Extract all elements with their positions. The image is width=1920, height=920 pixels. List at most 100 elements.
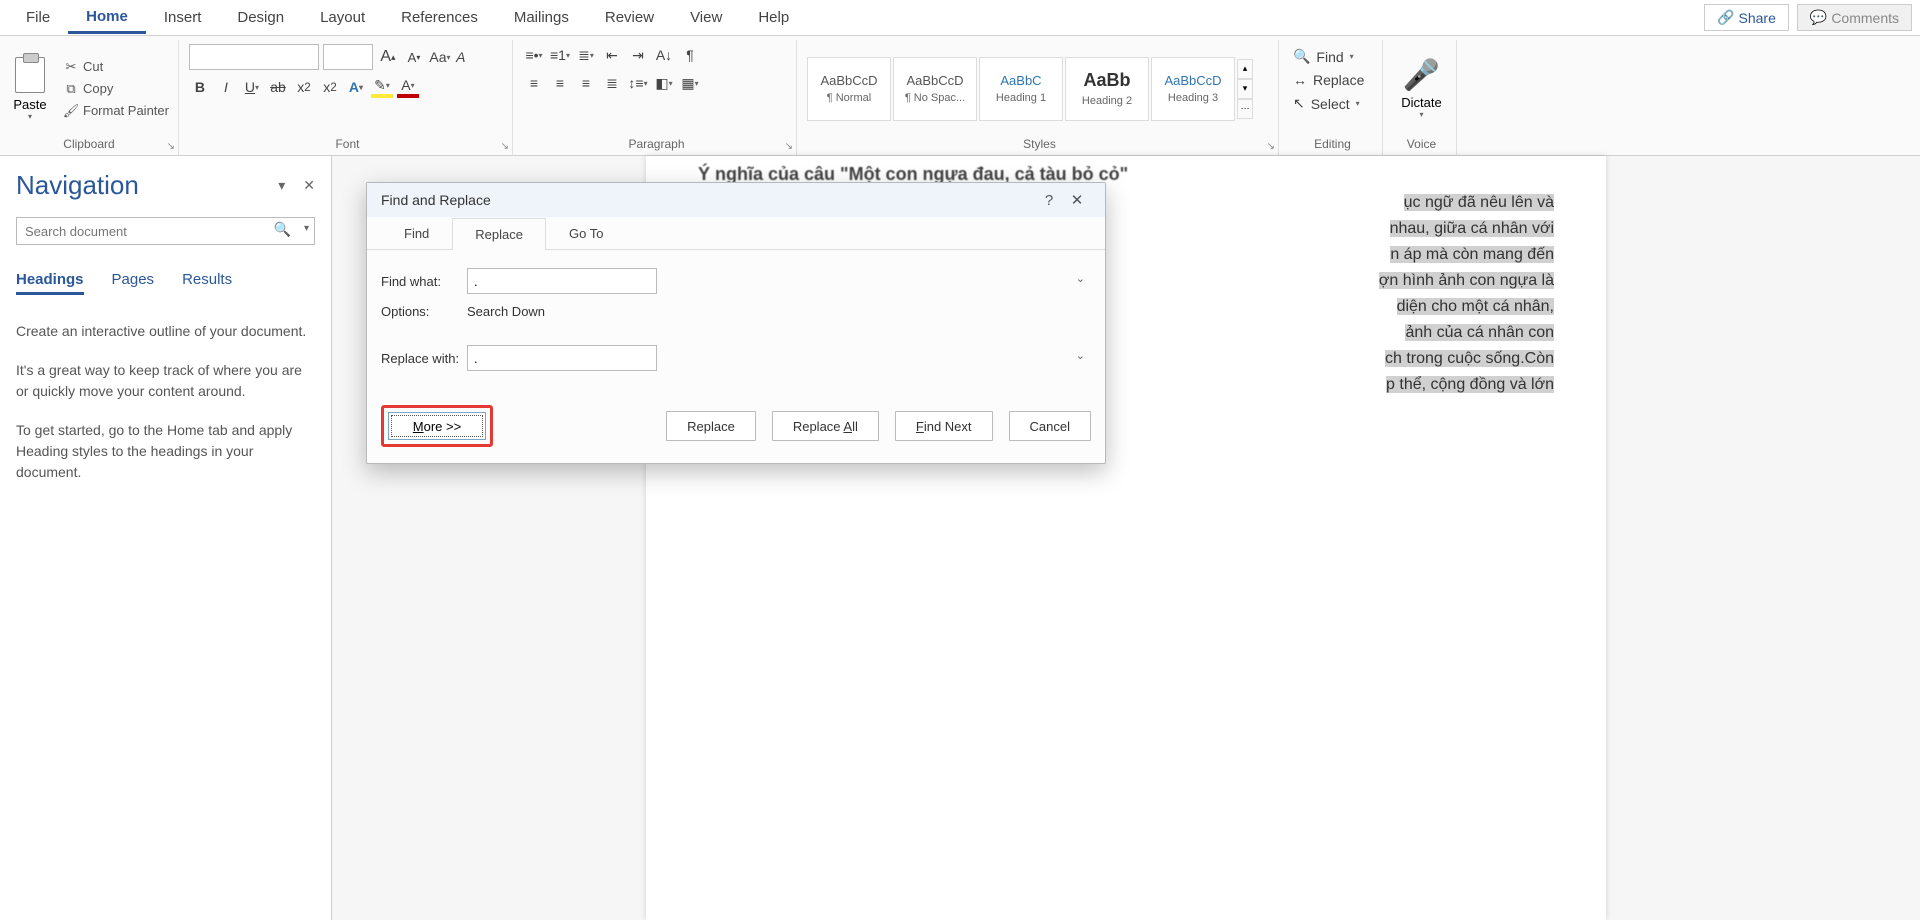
cursor-icon: ↖: [1293, 95, 1305, 112]
styles-launcher-icon[interactable]: ↘: [1267, 141, 1275, 152]
group-clipboard: Paste ▾ ✂Cut ⧉Copy 🖌Format Painter Clipb…: [0, 40, 179, 155]
find-dropdown-icon[interactable]: ⌄: [1076, 272, 1085, 285]
comments-button[interactable]: 💬Comments: [1797, 4, 1912, 31]
group-label-font: Font: [189, 135, 506, 153]
multilevel-button[interactable]: ≣▾: [575, 44, 597, 66]
strike-button[interactable]: ab: [267, 76, 289, 98]
align-right-button[interactable]: ≡: [575, 72, 597, 94]
nav-close-icon[interactable]: ✕: [303, 177, 315, 194]
style-no-spacing[interactable]: AaBbCcD¶ No Spac...: [893, 57, 977, 121]
font-color-button[interactable]: A▾: [397, 76, 419, 98]
tab-layout[interactable]: Layout: [302, 3, 383, 32]
copy-icon: ⧉: [63, 81, 79, 97]
replace-button[interactable]: ↔Replace: [1289, 70, 1368, 90]
styles-gallery-scroll[interactable]: ▴ ▾ ⋯: [1237, 59, 1253, 119]
clipboard-launcher-icon[interactable]: ↘: [167, 141, 175, 152]
paste-icon: [15, 57, 45, 93]
subscript-button[interactable]: x2: [293, 76, 315, 98]
dialog-tab-replace[interactable]: Replace: [452, 218, 546, 250]
style-heading-3[interactable]: AaBbCcDHeading 3: [1151, 57, 1235, 121]
share-icon: 🔗: [1717, 9, 1734, 26]
select-button[interactable]: ↖Select▾: [1289, 93, 1364, 114]
tab-insert[interactable]: Insert: [146, 3, 220, 32]
dictate-button[interactable]: 🎤 Dictate ▾: [1401, 58, 1441, 119]
dialog-titlebar[interactable]: Find and Replace ? ✕: [367, 183, 1105, 217]
numbering-button[interactable]: ≡1▾: [549, 44, 571, 66]
text-effects-button[interactable]: A▾: [345, 76, 367, 98]
replace-with-input[interactable]: [467, 345, 657, 371]
italic-button[interactable]: I: [215, 76, 237, 98]
dialog-title-text: Find and Replace: [381, 192, 491, 208]
chevron-up-icon[interactable]: ▴: [1237, 59, 1253, 79]
cut-button[interactable]: ✂Cut: [60, 58, 172, 76]
close-icon[interactable]: ✕: [1063, 191, 1091, 209]
grow-font-button[interactable]: A▴: [377, 46, 399, 68]
dialog-tab-find[interactable]: Find: [381, 217, 452, 249]
font-size-input[interactable]: [323, 44, 373, 70]
replace-action-button[interactable]: Replace: [666, 411, 756, 441]
tab-home[interactable]: Home: [68, 2, 146, 34]
find-what-input[interactable]: [467, 268, 657, 294]
copy-button[interactable]: ⧉Copy: [60, 80, 172, 98]
tab-help[interactable]: Help: [740, 3, 807, 32]
sort-button[interactable]: A↓: [653, 44, 675, 66]
justify-button[interactable]: ≣: [601, 72, 623, 94]
underline-button[interactable]: U▾: [241, 76, 263, 98]
show-marks-button[interactable]: ¶: [679, 44, 701, 66]
search-document-input[interactable]: [16, 217, 315, 245]
help-icon[interactable]: ?: [1035, 192, 1063, 209]
tab-review[interactable]: Review: [587, 3, 672, 32]
change-case-button[interactable]: Aa▾: [429, 46, 451, 68]
navigation-title: Navigation: [16, 170, 139, 201]
replace-all-button[interactable]: Replace All: [772, 411, 879, 441]
tab-file[interactable]: File: [8, 3, 68, 32]
increase-indent-button[interactable]: ⇥: [627, 44, 649, 66]
more-highlight: More >>: [381, 405, 493, 447]
paste-dropdown-icon[interactable]: ▾: [28, 112, 32, 121]
paragraph-launcher-icon[interactable]: ↘: [785, 141, 793, 152]
search-icon[interactable]: 🔍: [274, 221, 291, 238]
tab-mailings[interactable]: Mailings: [496, 3, 587, 32]
tab-view[interactable]: View: [672, 3, 740, 32]
search-dropdown-icon[interactable]: ▾: [304, 223, 309, 234]
dialog-tab-goto[interactable]: Go To: [546, 217, 626, 249]
clear-format-button[interactable]: A⃠: [455, 46, 477, 68]
tab-design[interactable]: Design: [219, 3, 302, 32]
chevron-down-icon[interactable]: ▾: [1237, 79, 1253, 99]
font-name-input[interactable]: [189, 44, 319, 70]
paste-button[interactable]: Paste ▾: [6, 49, 54, 129]
share-button[interactable]: 🔗Share: [1704, 4, 1789, 31]
format-painter-button[interactable]: 🖌Format Painter: [60, 102, 172, 120]
decrease-indent-button[interactable]: ⇤: [601, 44, 623, 66]
scissors-icon: ✂: [63, 59, 79, 75]
find-next-button[interactable]: Find Next: [895, 411, 993, 441]
style-heading-2[interactable]: AaBbHeading 2: [1065, 57, 1149, 121]
gallery-more-icon[interactable]: ⋯: [1237, 99, 1253, 119]
align-center-button[interactable]: ≡: [549, 72, 571, 94]
nav-dropdown-icon[interactable]: ▾: [278, 177, 285, 194]
font-launcher-icon[interactable]: ↘: [501, 141, 509, 152]
group-label-styles: Styles: [807, 135, 1272, 153]
cancel-button[interactable]: Cancel: [1009, 411, 1091, 441]
find-button[interactable]: 🔍Find▾: [1289, 46, 1358, 67]
shrink-font-button[interactable]: A▾: [403, 46, 425, 68]
line-spacing-button[interactable]: ↕≡▾: [627, 72, 649, 94]
tab-references[interactable]: References: [383, 3, 496, 32]
nav-tab-pages[interactable]: Pages: [112, 271, 155, 295]
group-label-editing: Editing: [1289, 135, 1376, 153]
ribbon: Paste ▾ ✂Cut ⧉Copy 🖌Format Painter Clipb…: [0, 36, 1920, 156]
superscript-button[interactable]: x2: [319, 76, 341, 98]
replace-with-label: Replace with:: [381, 351, 467, 366]
more-button[interactable]: More >>: [388, 412, 486, 440]
shading-button[interactable]: ◧▾: [653, 72, 675, 94]
borders-button[interactable]: ▦▾: [679, 72, 701, 94]
replace-dropdown-icon[interactable]: ⌄: [1076, 349, 1085, 362]
bullets-button[interactable]: ≡•▾: [523, 44, 545, 66]
highlight-button[interactable]: ✎▾: [371, 76, 393, 98]
nav-tab-results[interactable]: Results: [182, 271, 232, 295]
align-left-button[interactable]: ≡: [523, 72, 545, 94]
style-heading-1[interactable]: AaBbCHeading 1: [979, 57, 1063, 121]
style-normal[interactable]: AaBbCcD¶ Normal: [807, 57, 891, 121]
bold-button[interactable]: B: [189, 76, 211, 98]
nav-tab-headings[interactable]: Headings: [16, 271, 84, 295]
